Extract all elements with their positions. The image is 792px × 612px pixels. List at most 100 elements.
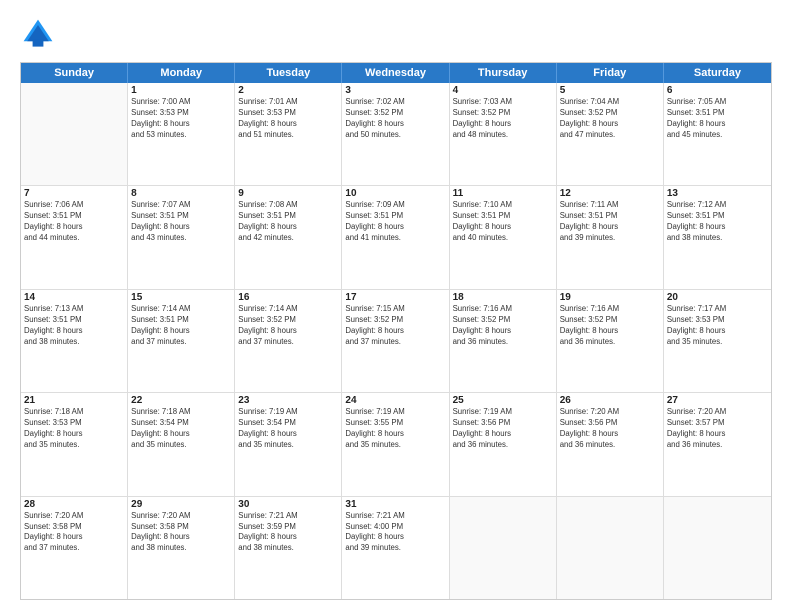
day-number: 22 bbox=[131, 395, 231, 406]
day-number: 7 bbox=[24, 188, 124, 199]
day-number: 4 bbox=[453, 85, 553, 96]
calendar-row-4: 28Sunrise: 7:20 AMSunset: 3:58 PMDayligh… bbox=[21, 496, 771, 599]
calendar-cell bbox=[450, 497, 557, 599]
day-info: Sunrise: 7:20 AMSunset: 3:58 PMDaylight:… bbox=[24, 511, 124, 555]
day-info: Sunrise: 7:17 AMSunset: 3:53 PMDaylight:… bbox=[667, 304, 768, 348]
day-number: 31 bbox=[345, 499, 445, 510]
day-number: 13 bbox=[667, 188, 768, 199]
day-number: 21 bbox=[24, 395, 124, 406]
day-number: 2 bbox=[238, 85, 338, 96]
day-number: 12 bbox=[560, 188, 660, 199]
calendar-cell bbox=[21, 83, 128, 185]
day-info: Sunrise: 7:02 AMSunset: 3:52 PMDaylight:… bbox=[345, 97, 445, 141]
header-day-tuesday: Tuesday bbox=[235, 63, 342, 83]
calendar-cell: 7Sunrise: 7:06 AMSunset: 3:51 PMDaylight… bbox=[21, 186, 128, 288]
day-number: 26 bbox=[560, 395, 660, 406]
calendar-cell bbox=[557, 497, 664, 599]
calendar-cell: 11Sunrise: 7:10 AMSunset: 3:51 PMDayligh… bbox=[450, 186, 557, 288]
day-number: 20 bbox=[667, 292, 768, 303]
calendar-cell: 14Sunrise: 7:13 AMSunset: 3:51 PMDayligh… bbox=[21, 290, 128, 392]
calendar-cell: 13Sunrise: 7:12 AMSunset: 3:51 PMDayligh… bbox=[664, 186, 771, 288]
calendar-cell: 9Sunrise: 7:08 AMSunset: 3:51 PMDaylight… bbox=[235, 186, 342, 288]
calendar-cell: 15Sunrise: 7:14 AMSunset: 3:51 PMDayligh… bbox=[128, 290, 235, 392]
day-number: 25 bbox=[453, 395, 553, 406]
header-day-wednesday: Wednesday bbox=[342, 63, 449, 83]
calendar-cell: 20Sunrise: 7:17 AMSunset: 3:53 PMDayligh… bbox=[664, 290, 771, 392]
calendar-cell: 16Sunrise: 7:14 AMSunset: 3:52 PMDayligh… bbox=[235, 290, 342, 392]
day-info: Sunrise: 7:05 AMSunset: 3:51 PMDaylight:… bbox=[667, 97, 768, 141]
calendar-cell: 31Sunrise: 7:21 AMSunset: 4:00 PMDayligh… bbox=[342, 497, 449, 599]
calendar-cell: 23Sunrise: 7:19 AMSunset: 3:54 PMDayligh… bbox=[235, 393, 342, 495]
day-number: 18 bbox=[453, 292, 553, 303]
calendar-cell: 2Sunrise: 7:01 AMSunset: 3:53 PMDaylight… bbox=[235, 83, 342, 185]
header-day-saturday: Saturday bbox=[664, 63, 771, 83]
calendar-cell: 29Sunrise: 7:20 AMSunset: 3:58 PMDayligh… bbox=[128, 497, 235, 599]
header-day-monday: Monday bbox=[128, 63, 235, 83]
day-number: 19 bbox=[560, 292, 660, 303]
calendar-cell: 4Sunrise: 7:03 AMSunset: 3:52 PMDaylight… bbox=[450, 83, 557, 185]
day-info: Sunrise: 7:18 AMSunset: 3:54 PMDaylight:… bbox=[131, 407, 231, 451]
day-info: Sunrise: 7:08 AMSunset: 3:51 PMDaylight:… bbox=[238, 200, 338, 244]
calendar-cell: 24Sunrise: 7:19 AMSunset: 3:55 PMDayligh… bbox=[342, 393, 449, 495]
header-day-friday: Friday bbox=[557, 63, 664, 83]
day-number: 16 bbox=[238, 292, 338, 303]
day-number: 6 bbox=[667, 85, 768, 96]
day-number: 27 bbox=[667, 395, 768, 406]
day-number: 23 bbox=[238, 395, 338, 406]
day-info: Sunrise: 7:21 AMSunset: 3:59 PMDaylight:… bbox=[238, 511, 338, 555]
calendar-cell: 12Sunrise: 7:11 AMSunset: 3:51 PMDayligh… bbox=[557, 186, 664, 288]
calendar-cell: 27Sunrise: 7:20 AMSunset: 3:57 PMDayligh… bbox=[664, 393, 771, 495]
page: SundayMondayTuesdayWednesdayThursdayFrid… bbox=[0, 0, 792, 612]
day-info: Sunrise: 7:07 AMSunset: 3:51 PMDaylight:… bbox=[131, 200, 231, 244]
calendar-cell: 6Sunrise: 7:05 AMSunset: 3:51 PMDaylight… bbox=[664, 83, 771, 185]
day-number: 28 bbox=[24, 499, 124, 510]
day-number: 17 bbox=[345, 292, 445, 303]
day-number: 9 bbox=[238, 188, 338, 199]
day-number: 15 bbox=[131, 292, 231, 303]
calendar-cell: 25Sunrise: 7:19 AMSunset: 3:56 PMDayligh… bbox=[450, 393, 557, 495]
day-info: Sunrise: 7:04 AMSunset: 3:52 PMDaylight:… bbox=[560, 97, 660, 141]
day-number: 10 bbox=[345, 188, 445, 199]
day-info: Sunrise: 7:06 AMSunset: 3:51 PMDaylight:… bbox=[24, 200, 124, 244]
day-number: 3 bbox=[345, 85, 445, 96]
day-info: Sunrise: 7:14 AMSunset: 3:51 PMDaylight:… bbox=[131, 304, 231, 348]
calendar-row-0: 1Sunrise: 7:00 AMSunset: 3:53 PMDaylight… bbox=[21, 83, 771, 185]
day-number: 11 bbox=[453, 188, 553, 199]
day-number: 8 bbox=[131, 188, 231, 199]
day-info: Sunrise: 7:20 AMSunset: 3:58 PMDaylight:… bbox=[131, 511, 231, 555]
header bbox=[20, 16, 772, 52]
calendar-cell: 18Sunrise: 7:16 AMSunset: 3:52 PMDayligh… bbox=[450, 290, 557, 392]
day-number: 1 bbox=[131, 85, 231, 96]
day-info: Sunrise: 7:20 AMSunset: 3:57 PMDaylight:… bbox=[667, 407, 768, 451]
day-info: Sunrise: 7:19 AMSunset: 3:54 PMDaylight:… bbox=[238, 407, 338, 451]
calendar-cell: 21Sunrise: 7:18 AMSunset: 3:53 PMDayligh… bbox=[21, 393, 128, 495]
calendar-cell: 3Sunrise: 7:02 AMSunset: 3:52 PMDaylight… bbox=[342, 83, 449, 185]
day-number: 5 bbox=[560, 85, 660, 96]
day-number: 24 bbox=[345, 395, 445, 406]
header-day-thursday: Thursday bbox=[450, 63, 557, 83]
calendar-cell: 17Sunrise: 7:15 AMSunset: 3:52 PMDayligh… bbox=[342, 290, 449, 392]
calendar-header: SundayMondayTuesdayWednesdayThursdayFrid… bbox=[21, 63, 771, 83]
calendar-cell: 8Sunrise: 7:07 AMSunset: 3:51 PMDaylight… bbox=[128, 186, 235, 288]
calendar-cell: 19Sunrise: 7:16 AMSunset: 3:52 PMDayligh… bbox=[557, 290, 664, 392]
day-info: Sunrise: 7:20 AMSunset: 3:56 PMDaylight:… bbox=[560, 407, 660, 451]
calendar-cell: 1Sunrise: 7:00 AMSunset: 3:53 PMDaylight… bbox=[128, 83, 235, 185]
day-info: Sunrise: 7:13 AMSunset: 3:51 PMDaylight:… bbox=[24, 304, 124, 348]
logo-icon bbox=[20, 16, 56, 52]
day-info: Sunrise: 7:15 AMSunset: 3:52 PMDaylight:… bbox=[345, 304, 445, 348]
day-info: Sunrise: 7:18 AMSunset: 3:53 PMDaylight:… bbox=[24, 407, 124, 451]
calendar-cell: 22Sunrise: 7:18 AMSunset: 3:54 PMDayligh… bbox=[128, 393, 235, 495]
day-info: Sunrise: 7:10 AMSunset: 3:51 PMDaylight:… bbox=[453, 200, 553, 244]
day-info: Sunrise: 7:09 AMSunset: 3:51 PMDaylight:… bbox=[345, 200, 445, 244]
day-number: 14 bbox=[24, 292, 124, 303]
calendar-cell: 5Sunrise: 7:04 AMSunset: 3:52 PMDaylight… bbox=[557, 83, 664, 185]
day-info: Sunrise: 7:14 AMSunset: 3:52 PMDaylight:… bbox=[238, 304, 338, 348]
calendar-cell: 26Sunrise: 7:20 AMSunset: 3:56 PMDayligh… bbox=[557, 393, 664, 495]
day-info: Sunrise: 7:00 AMSunset: 3:53 PMDaylight:… bbox=[131, 97, 231, 141]
calendar-row-2: 14Sunrise: 7:13 AMSunset: 3:51 PMDayligh… bbox=[21, 289, 771, 392]
calendar: SundayMondayTuesdayWednesdayThursdayFrid… bbox=[20, 62, 772, 600]
day-info: Sunrise: 7:01 AMSunset: 3:53 PMDaylight:… bbox=[238, 97, 338, 141]
day-info: Sunrise: 7:12 AMSunset: 3:51 PMDaylight:… bbox=[667, 200, 768, 244]
day-info: Sunrise: 7:16 AMSunset: 3:52 PMDaylight:… bbox=[560, 304, 660, 348]
calendar-row-1: 7Sunrise: 7:06 AMSunset: 3:51 PMDaylight… bbox=[21, 185, 771, 288]
